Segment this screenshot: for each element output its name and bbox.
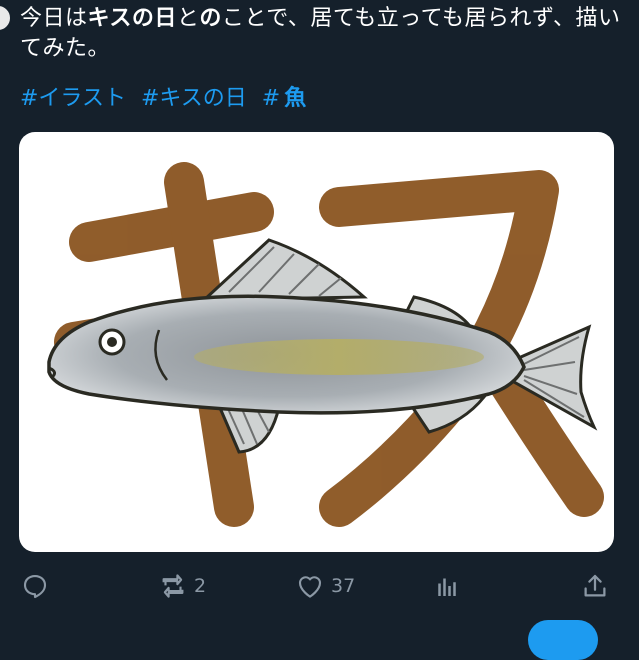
dorsal-fin [200,238,368,302]
views-button[interactable] [432,566,468,606]
fish-illustration [47,162,604,527]
hashtag-illust[interactable]: #イラスト [20,86,130,111]
fish-stripe [194,339,484,375]
like-count: 37 [331,575,356,597]
hashtag-text: # [261,86,281,111]
share-icon [584,574,606,597]
heart-icon [298,576,322,598]
hashtag-fish[interactable]: # 魚 [262,86,306,111]
hashtag-text: #キスの日 [141,86,247,111]
tweet-text-segment: と [176,6,200,31]
hashtag-list: #イラスト #キスの日 # 魚 [20,84,624,114]
hashtag-bold-text: 魚 [284,86,307,111]
media-image[interactable] [19,132,614,552]
avatar[interactable] [0,4,12,32]
tweet-action-bar: 2 37 [0,566,639,610]
analytics-icon [438,578,456,596]
reply-icon [23,574,47,599]
like-button[interactable]: 37 [295,566,355,606]
tweet-text-bold: の [199,6,222,31]
retweet-icon [162,574,184,598]
hashtag-text: #イラスト [20,86,126,111]
fish-pupil [107,337,117,347]
reply-button[interactable] [20,566,56,606]
retweet-count: 2 [194,575,207,597]
tweet-text-segment: 今日は [20,6,88,31]
tweet-text: 今日はキスの日とのことで、居ても立っても居られず、描いてみた。 [20,4,624,64]
share-button[interactable] [580,566,616,606]
tweet-text-bold: キスの日 [87,6,177,31]
retweet-button[interactable]: 2 [158,566,206,606]
hashtag-kiss-day[interactable]: #キスの日 [141,86,251,111]
compose-fab-edge[interactable] [528,620,598,660]
